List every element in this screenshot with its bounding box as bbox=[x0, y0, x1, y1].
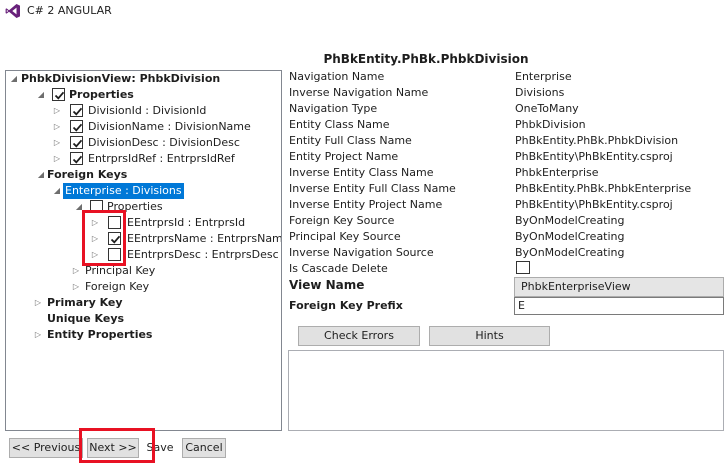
detail-value: PhBkEntity.PhBk.PhbkDivision bbox=[515, 134, 679, 147]
detail-value: Enterprise bbox=[515, 70, 572, 83]
expand-arrow-icon[interactable]: ▷ bbox=[72, 263, 80, 279]
detail-value: Divisions bbox=[515, 86, 565, 99]
expand-arrow-icon[interactable]: ▷ bbox=[34, 327, 42, 343]
detail-value: PhbkEnterprise bbox=[515, 166, 599, 179]
check-errors-button[interactable]: Check Errors bbox=[298, 326, 420, 346]
detail-label: Entity Full Class Name bbox=[289, 134, 412, 147]
visual-studio-logo-icon bbox=[5, 3, 21, 19]
tree-unique-keys[interactable]: Unique Keys bbox=[47, 311, 124, 327]
tree-fk-property-item[interactable]: EEntrprsDesc : EntrprsDesc bbox=[127, 247, 279, 263]
collapse-arrow-icon[interactable]: ◢ bbox=[37, 167, 45, 183]
expand-arrow-icon[interactable]: ▷ bbox=[53, 119, 61, 135]
detail-label: Inverse Entity Full Class Name bbox=[289, 182, 456, 195]
tree-property-item[interactable]: DivisionDesc : DivisionDesc bbox=[88, 135, 240, 151]
detail-value: PhBkEntity.PhBk.PhbkEnterprise bbox=[515, 182, 692, 195]
tree-foreign-key[interactable]: Foreign Key bbox=[85, 279, 149, 295]
cascade-delete-checkbox[interactable] bbox=[516, 261, 530, 274]
expand-arrow-icon[interactable]: ▷ bbox=[53, 135, 61, 151]
app-title: C# 2 ANGULAR bbox=[27, 4, 112, 17]
detail-value: ByOnModelCreating bbox=[515, 214, 625, 227]
detail-value: ByOnModelCreating bbox=[515, 230, 625, 243]
property-checkbox[interactable] bbox=[70, 152, 83, 165]
view-name-label: View Name bbox=[289, 278, 365, 292]
cascade-delete-label: Is Cascade Delete bbox=[289, 262, 388, 275]
fk-prefix-input[interactable]: E bbox=[514, 297, 724, 315]
tree-primary-key[interactable]: Primary Key bbox=[47, 295, 123, 311]
expand-arrow-icon[interactable]: ▷ bbox=[53, 151, 61, 167]
previous-button[interactable]: << Previous bbox=[9, 438, 83, 458]
tree-entity-properties[interactable]: Entity Properties bbox=[47, 327, 152, 343]
tree-fk-property-item[interactable]: EEntrprsId : EntrprsId bbox=[127, 215, 245, 231]
collapse-arrow-icon[interactable]: ◢ bbox=[37, 87, 45, 103]
detail-label: Entity Class Name bbox=[289, 118, 390, 131]
property-checkbox[interactable] bbox=[70, 136, 83, 149]
view-name-combobox[interactable]: PhbkEnterpriseView bbox=[514, 277, 724, 297]
tree-property-item[interactable]: DivisionId : DivisionId bbox=[88, 103, 206, 119]
cancel-button[interactable]: Cancel bbox=[182, 438, 226, 458]
detail-label: Inverse Navigation Source bbox=[289, 246, 434, 259]
detail-label: Entity Project Name bbox=[289, 150, 399, 163]
properties-checkbox[interactable] bbox=[52, 88, 65, 101]
detail-label: Foreign Key Source bbox=[289, 214, 395, 227]
entity-title: PhBkEntity.PhBk.PhbkDivision bbox=[323, 52, 529, 66]
detail-label: Navigation Type bbox=[289, 102, 378, 115]
detail-label: Navigation Name bbox=[289, 70, 385, 83]
entity-tree-panel[interactable]: ◢ PhbkDivisionView: PhbkDivision ◢ Prope… bbox=[5, 70, 282, 431]
detail-value: PhbkDivision bbox=[515, 118, 586, 131]
tree-fk-property-item[interactable]: EEntrprsName : EntrprsName bbox=[127, 231, 281, 247]
detail-label: Inverse Entity Class Name bbox=[289, 166, 434, 179]
expand-arrow-icon[interactable]: ▷ bbox=[53, 103, 61, 119]
detail-value: OneToMany bbox=[515, 102, 579, 115]
tree-root[interactable]: PhbkDivisionView: PhbkDivision bbox=[21, 71, 220, 87]
expand-arrow-icon[interactable]: ▷ bbox=[72, 279, 80, 295]
hints-button[interactable]: Hints bbox=[429, 326, 550, 346]
tree-property-item[interactable]: EntrprsIdRef : EntrprsIdRef bbox=[88, 151, 235, 167]
tree-fk-enterprise-divisions[interactable]: Enterprise : Divisions bbox=[63, 183, 184, 199]
detail-value: PhBkEntity\PhBkEntity.csproj bbox=[515, 198, 673, 211]
highlight-box bbox=[82, 210, 126, 266]
title-bar: C# 2 ANGULAR bbox=[0, 0, 724, 22]
view-name-value: PhbkEnterpriseView bbox=[521, 280, 631, 293]
collapse-arrow-icon[interactable]: ◢ bbox=[53, 183, 61, 199]
tree-foreign-keys[interactable]: Foreign Keys bbox=[47, 167, 127, 183]
property-checkbox[interactable] bbox=[70, 120, 83, 133]
highlight-box bbox=[79, 428, 155, 463]
tree-property-item[interactable]: DivisionName : DivisionName bbox=[88, 119, 251, 135]
fk-prefix-label: Foreign Key Prefix bbox=[289, 299, 403, 312]
detail-label: Principal Key Source bbox=[289, 230, 401, 243]
fk-prefix-value: E bbox=[518, 299, 525, 312]
property-checkbox[interactable] bbox=[70, 104, 83, 117]
expand-arrow-icon[interactable]: ▷ bbox=[34, 295, 42, 311]
detail-label: Inverse Entity Project Name bbox=[289, 198, 443, 211]
detail-value: PhBkEntity\PhBkEntity.csproj bbox=[515, 150, 673, 163]
tree-properties[interactable]: Properties bbox=[69, 87, 134, 103]
collapse-arrow-icon[interactable]: ◢ bbox=[10, 71, 18, 87]
detail-value: ByOnModelCreating bbox=[515, 246, 625, 259]
output-textarea[interactable] bbox=[288, 350, 724, 431]
detail-label: Inverse Navigation Name bbox=[289, 86, 429, 99]
